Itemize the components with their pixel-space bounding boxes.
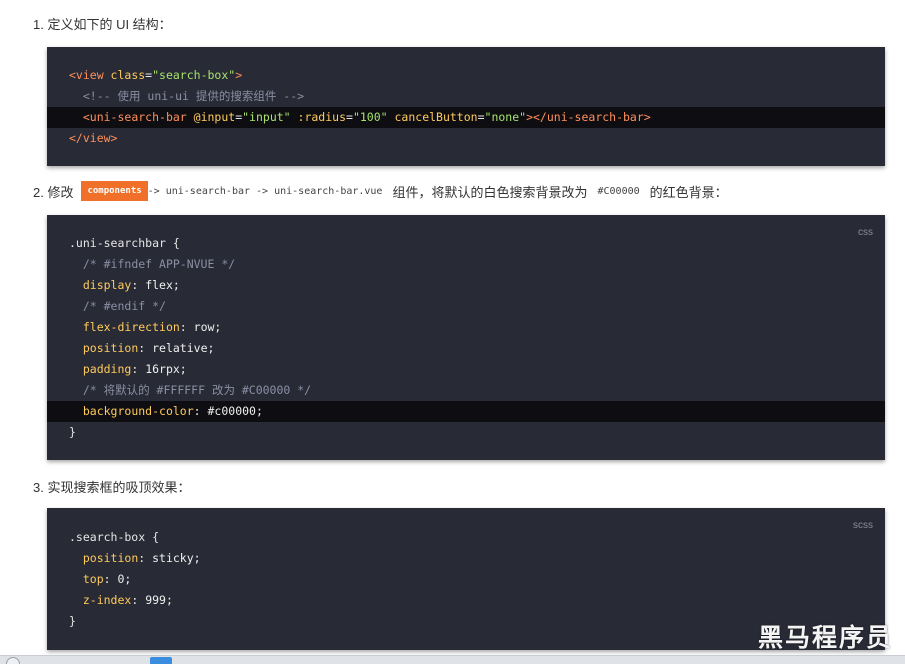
- code-line: display: flex;: [82, 278, 180, 292]
- step-2-middle: 组件，将默认的白色搜索背景改为: [392, 184, 588, 200]
- code-line: position: relative;: [82, 341, 215, 355]
- step-3-heading: 3. 实现搜索框的吸顶效果：: [33, 477, 190, 496]
- code-block-html[interactable]: <view class="search-box"> <!-- 使用 uni-ui…: [47, 47, 885, 166]
- app-icon[interactable]: [150, 657, 172, 664]
- code-line: .search-box {: [69, 530, 160, 544]
- code-line-highlighted: background-color: #c00000;: [47, 401, 885, 422]
- code-line: padding: 16rpx;: [82, 362, 187, 376]
- code-line: </view>: [69, 131, 118, 145]
- code-line: z-index: 999;: [82, 593, 173, 607]
- code-line: /* #ifndef APP-NVUE */: [82, 257, 236, 271]
- brand-watermark: 黑马程序员: [757, 623, 893, 652]
- code-line: <!-- 使用 uni-ui 提供的搜索组件 -->: [82, 89, 305, 103]
- code-line: .uni-searchbar {: [69, 236, 180, 250]
- code-line: flex-direction: row;: [82, 320, 222, 334]
- hex-color-code: #C00000: [597, 185, 640, 197]
- code-line: position: sticky;: [82, 551, 201, 565]
- code-line-highlighted: <uni-search-bar @input="input" :radius="…: [47, 107, 885, 128]
- step-3-text: 3. 实现搜索框的吸顶效果：: [33, 480, 191, 495]
- component-path: -> uni-search-bar -> uni-search-bar.vue: [147, 185, 383, 197]
- code-line: }: [69, 425, 76, 439]
- step-2-suffix: 的红色背景：: [649, 184, 728, 200]
- start-button-icon[interactable]: [6, 657, 20, 664]
- code-line: /* #endif */: [82, 299, 166, 313]
- step-1-heading: 1. 定义如下的 UI 结构：: [33, 14, 172, 33]
- taskbar: [0, 655, 905, 664]
- components-badge: components: [81, 181, 148, 201]
- step-2-heading: 2. 修改 components -> uni-search-bar -> un…: [33, 181, 728, 201]
- code-line: /* 将默认的 #FFFFFF 改为 #C00000 */: [82, 383, 312, 397]
- step-2-prefix: 2. 修改: [33, 184, 74, 200]
- code-line: top: 0;: [82, 572, 132, 586]
- code-line: <view class="search-box">: [69, 68, 243, 82]
- code-block-css[interactable]: css .uni-searchbar { /* #ifndef APP-NVUE…: [47, 215, 885, 460]
- step-1-text: 1. 定义如下的 UI 结构：: [33, 17, 172, 32]
- language-label: scss: [853, 520, 873, 531]
- language-label: css: [858, 227, 873, 238]
